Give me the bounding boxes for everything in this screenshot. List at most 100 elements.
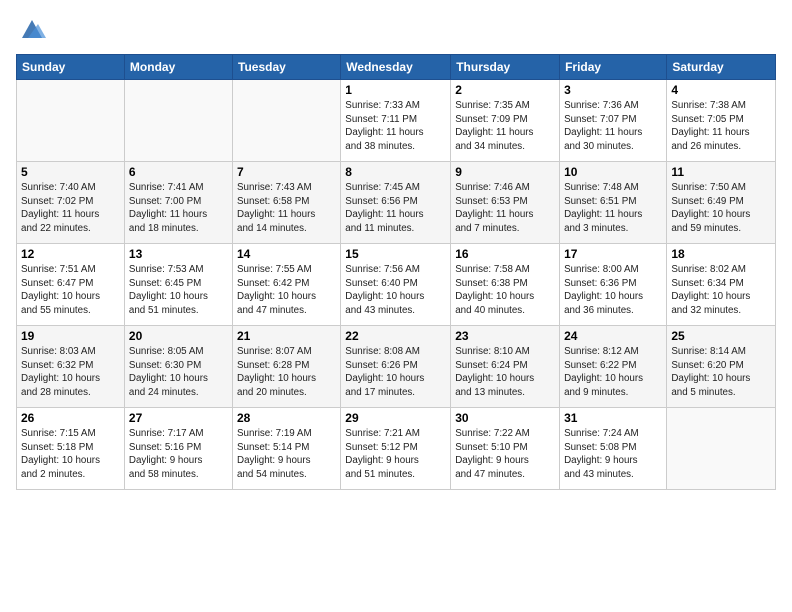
- calendar-week-row: 26 Sunrise: 7:15 AM Sunset: 5:18 PM Dayli…: [17, 408, 776, 490]
- day-number: 6: [129, 165, 228, 179]
- calendar-cell: 14 Sunrise: 7:55 AM Sunset: 6:42 PM Dayli…: [233, 244, 341, 326]
- calendar-table: SundayMondayTuesdayWednesdayThursdayFrid…: [16, 54, 776, 490]
- calendar-cell: 9 Sunrise: 7:46 AM Sunset: 6:53 PM Daylig…: [451, 162, 560, 244]
- day-of-week-header: Saturday: [667, 55, 776, 80]
- day-number: 10: [564, 165, 662, 179]
- day-info: Sunrise: 7:33 AM Sunset: 7:11 PM Dayligh…: [345, 99, 446, 154]
- day-number: 28: [237, 411, 336, 425]
- day-info: Sunrise: 7:41 AM Sunset: 7:00 PM Dayligh…: [129, 181, 228, 236]
- day-of-week-header: Tuesday: [233, 55, 341, 80]
- day-of-week-header: Wednesday: [341, 55, 451, 80]
- page: SundayMondayTuesdayWednesdayThursdayFrid…: [0, 0, 792, 612]
- day-info: Sunrise: 8:14 AM Sunset: 6:20 PM Dayligh…: [671, 345, 771, 400]
- calendar-cell: 5 Sunrise: 7:40 AM Sunset: 7:02 PM Daylig…: [17, 162, 125, 244]
- day-of-week-header: Thursday: [451, 55, 560, 80]
- calendar-cell: 4Sunrise: 7:38 AM Sunset: 7:05 PM Daylig…: [667, 80, 776, 162]
- calendar-cell: 21 Sunrise: 8:07 AM Sunset: 6:28 PM Dayli…: [233, 326, 341, 408]
- day-number: 19: [21, 329, 120, 343]
- calendar-week-row: 12 Sunrise: 7:51 AM Sunset: 6:47 PM Dayli…: [17, 244, 776, 326]
- calendar-cell: 20 Sunrise: 8:05 AM Sunset: 6:30 PM Dayli…: [124, 326, 232, 408]
- day-number: 2: [455, 83, 555, 97]
- day-info: Sunrise: 8:07 AM Sunset: 6:28 PM Dayligh…: [237, 345, 336, 400]
- day-number: 16: [455, 247, 555, 261]
- day-info: Sunrise: 7:53 AM Sunset: 6:45 PM Dayligh…: [129, 263, 228, 318]
- calendar-cell: [17, 80, 125, 162]
- day-number: 13: [129, 247, 228, 261]
- day-info: Sunrise: 7:46 AM Sunset: 6:53 PM Dayligh…: [455, 181, 555, 236]
- day-number: 18: [671, 247, 771, 261]
- day-info: Sunrise: 7:15 AM Sunset: 5:18 PM Dayligh…: [21, 427, 120, 482]
- header: [16, 16, 776, 44]
- day-info: Sunrise: 7:24 AM Sunset: 5:08 PM Dayligh…: [564, 427, 662, 482]
- day-number: 1: [345, 83, 446, 97]
- calendar-cell: 17Sunrise: 8:00 AM Sunset: 6:36 PM Dayli…: [560, 244, 667, 326]
- day-number: 21: [237, 329, 336, 343]
- calendar-week-row: 5 Sunrise: 7:40 AM Sunset: 7:02 PM Daylig…: [17, 162, 776, 244]
- calendar-cell: 19 Sunrise: 8:03 AM Sunset: 6:32 PM Dayli…: [17, 326, 125, 408]
- day-number: 3: [564, 83, 662, 97]
- day-info: Sunrise: 7:50 AM Sunset: 6:49 PM Dayligh…: [671, 181, 771, 236]
- calendar-cell: 7Sunrise: 7:43 AM Sunset: 6:58 PM Daylig…: [233, 162, 341, 244]
- calendar-cell: [233, 80, 341, 162]
- day-number: 30: [455, 411, 555, 425]
- day-info: Sunrise: 7:36 AM Sunset: 7:07 PM Dayligh…: [564, 99, 662, 154]
- calendar-cell: [124, 80, 232, 162]
- calendar-cell: 27Sunrise: 7:17 AM Sunset: 5:16 PM Dayli…: [124, 408, 232, 490]
- calendar-cell: 16 Sunrise: 7:58 AM Sunset: 6:38 PM Dayli…: [451, 244, 560, 326]
- calendar-cell: 22Sunrise: 8:08 AM Sunset: 6:26 PM Dayli…: [341, 326, 451, 408]
- day-info: Sunrise: 8:02 AM Sunset: 6:34 PM Dayligh…: [671, 263, 771, 318]
- day-number: 9: [455, 165, 555, 179]
- day-info: Sunrise: 7:22 AM Sunset: 5:10 PM Dayligh…: [455, 427, 555, 482]
- calendar-cell: 13 Sunrise: 7:53 AM Sunset: 6:45 PM Dayli…: [124, 244, 232, 326]
- calendar-cell: 8 Sunrise: 7:45 AM Sunset: 6:56 PM Daylig…: [341, 162, 451, 244]
- logo: [16, 16, 46, 44]
- day-info: Sunrise: 7:21 AM Sunset: 5:12 PM Dayligh…: [345, 427, 446, 482]
- day-info: Sunrise: 7:45 AM Sunset: 6:56 PM Dayligh…: [345, 181, 446, 236]
- day-of-week-header: Sunday: [17, 55, 125, 80]
- calendar-cell: 31 Sunrise: 7:24 AM Sunset: 5:08 PM Dayli…: [560, 408, 667, 490]
- calendar-cell: 2 Sunrise: 7:35 AM Sunset: 7:09 PM Daylig…: [451, 80, 560, 162]
- day-number: 31: [564, 411, 662, 425]
- day-info: Sunrise: 7:48 AM Sunset: 6:51 PM Dayligh…: [564, 181, 662, 236]
- day-number: 20: [129, 329, 228, 343]
- day-info: Sunrise: 8:12 AM Sunset: 6:22 PM Dayligh…: [564, 345, 662, 400]
- day-number: 8: [345, 165, 446, 179]
- day-info: Sunrise: 7:40 AM Sunset: 7:02 PM Dayligh…: [21, 181, 120, 236]
- day-number: 25: [671, 329, 771, 343]
- day-number: 11: [671, 165, 771, 179]
- day-info: Sunrise: 7:38 AM Sunset: 7:05 PM Dayligh…: [671, 99, 771, 154]
- day-info: Sunrise: 7:17 AM Sunset: 5:16 PM Dayligh…: [129, 427, 228, 482]
- calendar-cell: 6 Sunrise: 7:41 AM Sunset: 7:00 PM Daylig…: [124, 162, 232, 244]
- calendar-week-row: 19 Sunrise: 8:03 AM Sunset: 6:32 PM Dayli…: [17, 326, 776, 408]
- day-info: Sunrise: 7:35 AM Sunset: 7:09 PM Dayligh…: [455, 99, 555, 154]
- day-info: Sunrise: 7:55 AM Sunset: 6:42 PM Dayligh…: [237, 263, 336, 318]
- day-number: 23: [455, 329, 555, 343]
- calendar-week-row: 1 Sunrise: 7:33 AM Sunset: 7:11 PM Daylig…: [17, 80, 776, 162]
- day-info: Sunrise: 8:05 AM Sunset: 6:30 PM Dayligh…: [129, 345, 228, 400]
- calendar-cell: 28Sunrise: 7:19 AM Sunset: 5:14 PM Dayli…: [233, 408, 341, 490]
- day-info: Sunrise: 8:03 AM Sunset: 6:32 PM Dayligh…: [21, 345, 120, 400]
- day-number: 12: [21, 247, 120, 261]
- day-of-week-header: Monday: [124, 55, 232, 80]
- day-number: 14: [237, 247, 336, 261]
- calendar-cell: 25 Sunrise: 8:14 AM Sunset: 6:20 PM Dayli…: [667, 326, 776, 408]
- day-info: Sunrise: 7:58 AM Sunset: 6:38 PM Dayligh…: [455, 263, 555, 318]
- day-number: 26: [21, 411, 120, 425]
- calendar-cell: 10 Sunrise: 7:48 AM Sunset: 6:51 PM Dayli…: [560, 162, 667, 244]
- calendar-cell: 3 Sunrise: 7:36 AM Sunset: 7:07 PM Daylig…: [560, 80, 667, 162]
- calendar-cell: 15Sunrise: 7:56 AM Sunset: 6:40 PM Dayli…: [341, 244, 451, 326]
- calendar-cell: 12 Sunrise: 7:51 AM Sunset: 6:47 PM Dayli…: [17, 244, 125, 326]
- calendar-cell: 24Sunrise: 8:12 AM Sunset: 6:22 PM Dayli…: [560, 326, 667, 408]
- logo-icon: [18, 16, 46, 44]
- day-info: Sunrise: 7:56 AM Sunset: 6:40 PM Dayligh…: [345, 263, 446, 318]
- calendar-cell: [667, 408, 776, 490]
- day-info: Sunrise: 7:43 AM Sunset: 6:58 PM Dayligh…: [237, 181, 336, 236]
- calendar-cell: 23Sunrise: 8:10 AM Sunset: 6:24 PM Dayli…: [451, 326, 560, 408]
- calendar-cell: 18 Sunrise: 8:02 AM Sunset: 6:34 PM Dayli…: [667, 244, 776, 326]
- calendar-cell: 29Sunrise: 7:21 AM Sunset: 5:12 PM Dayli…: [341, 408, 451, 490]
- day-info: Sunrise: 7:51 AM Sunset: 6:47 PM Dayligh…: [21, 263, 120, 318]
- day-info: Sunrise: 8:00 AM Sunset: 6:36 PM Dayligh…: [564, 263, 662, 318]
- calendar-cell: 30 Sunrise: 7:22 AM Sunset: 5:10 PM Dayli…: [451, 408, 560, 490]
- day-of-week-header: Friday: [560, 55, 667, 80]
- day-number: 5: [21, 165, 120, 179]
